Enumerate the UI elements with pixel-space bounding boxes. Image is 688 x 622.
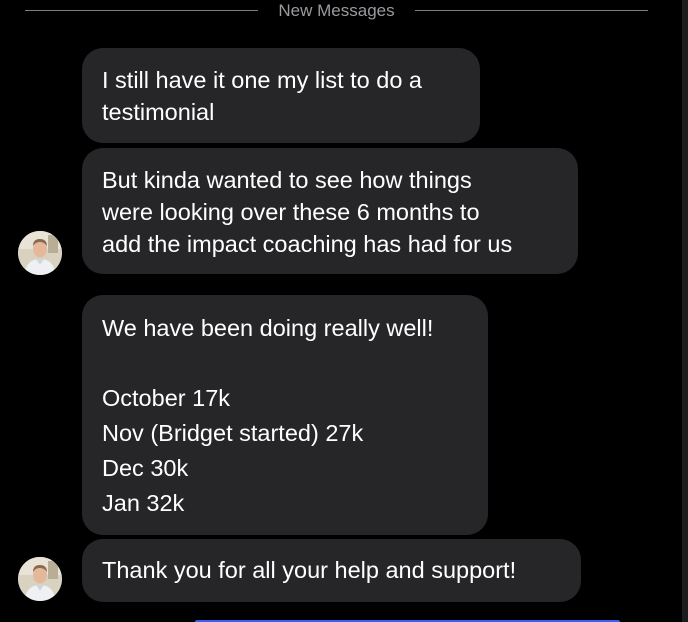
message-bubble[interactable]: I still have it one my list to do a test… xyxy=(82,48,480,143)
avatar-photo-icon xyxy=(18,557,62,601)
message-text-line: But kinda wanted to see how things xyxy=(102,167,472,193)
message-bubble[interactable]: We have been doing really well! October … xyxy=(82,295,488,535)
message-bubble[interactable]: But kinda wanted to see how things were … xyxy=(82,148,578,274)
sender-avatar[interactable] xyxy=(18,231,62,275)
message-text-line: October 17k xyxy=(102,385,231,411)
avatar-photo-icon xyxy=(18,231,62,275)
message-text-line: Jan 32k xyxy=(102,490,185,516)
new-messages-label: New Messages xyxy=(278,1,395,20)
message-text-line: testimonial xyxy=(102,99,215,125)
message-bubble[interactable]: Thank you for all your help and support! xyxy=(82,539,581,602)
message-text-line: add the impact coaching has had for us xyxy=(102,231,513,257)
message-text-line: were looking over these 6 months to xyxy=(102,199,480,225)
new-messages-divider: New Messages xyxy=(0,0,688,24)
divider-line-left xyxy=(25,10,258,11)
message-text-line: We have been doing really well! xyxy=(102,315,434,341)
message-text-line: Nov (Bridget started) 27k xyxy=(102,420,364,446)
message-text-line: Thank you for all your help and support! xyxy=(102,557,517,583)
right-edge-strip xyxy=(682,0,688,622)
divider-line-right xyxy=(415,10,648,11)
sender-avatar[interactable] xyxy=(18,557,62,601)
message-text-line: Dec 30k xyxy=(102,455,189,481)
message-text-line: I still have it one my list to do a xyxy=(102,67,423,93)
